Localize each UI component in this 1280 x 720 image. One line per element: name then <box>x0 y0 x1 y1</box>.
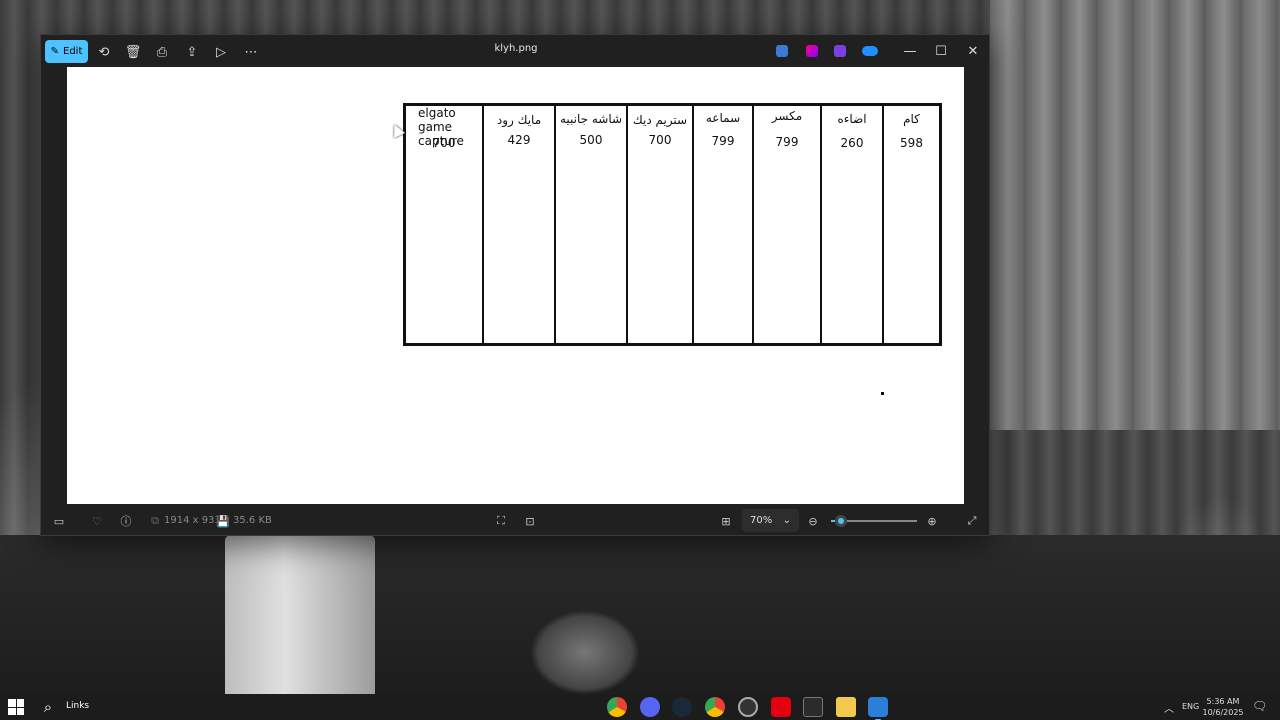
designer-icon[interactable] <box>776 45 788 57</box>
column-value: 598 <box>900 136 923 150</box>
chevron-down-icon: ⌄ <box>782 515 791 526</box>
drawn-table: كام 598 اضاءه 260 مكسر 799 سماعه 799 ستر… <box>403 103 942 346</box>
favorite-icon[interactable]: ♡ <box>89 513 105 529</box>
language-indicator[interactable]: ENG <box>1182 702 1199 711</box>
zoom-fit-icon[interactable]: ⊞ <box>718 513 734 529</box>
photos-app-icon[interactable] <box>868 697 888 720</box>
column-header: سماعه <box>705 111 741 125</box>
copilot-icon[interactable] <box>806 45 818 57</box>
column-header: كام <box>903 112 920 126</box>
wallpaper-figure <box>225 535 375 695</box>
search-icon[interactable]: ⌕ <box>39 698 57 716</box>
chrome-icon[interactable] <box>607 697 627 717</box>
notification-icon[interactable]: 🗨 <box>1252 699 1267 713</box>
minimize-button[interactable]: — <box>896 41 924 61</box>
table-column: اضاءه 260 <box>820 106 882 343</box>
info-icon[interactable]: ⓘ <box>118 513 134 529</box>
file-name: klyh.png <box>494 43 538 54</box>
dimensions-icon: ⧉ <box>151 514 159 527</box>
maximize-button[interactable]: ☐ <box>927 41 955 61</box>
column-value: 260 <box>840 136 864 150</box>
column-header: اضاءه <box>837 112 867 126</box>
table-column: سماعه 799 <box>692 106 752 343</box>
onedrive-icon[interactable] <box>862 46 878 56</box>
file-size-icon: 💾 <box>216 514 230 528</box>
file-explorer-icon[interactable] <box>836 697 856 717</box>
column-value: 700 <box>432 136 456 150</box>
column-value: 799 <box>775 135 799 149</box>
file-size: 35.6 KB <box>233 515 272 526</box>
clock-time: 5:36 AM <box>1206 697 1240 706</box>
zoom-out-icon[interactable]: ⊖ <box>805 513 821 529</box>
column-header: مايك رود <box>496 113 542 127</box>
tray-chevron-icon[interactable]: ︿ <box>1164 700 1174 715</box>
column-value: 799 <box>711 134 735 148</box>
start-button[interactable] <box>8 699 24 715</box>
table-column: كام 598 <box>882 106 939 343</box>
search-label[interactable]: Links <box>66 701 89 711</box>
title-bar: ✎ Edit ⟲ 🗑 ⎙ ⇪ ▷ ⋯ klyh.png — ☐ ✕ <box>41 35 989 68</box>
discord-icon[interactable] <box>640 697 660 717</box>
column-header: مكسر <box>771 109 803 123</box>
epic-games-icon[interactable] <box>803 697 823 717</box>
steam-icon[interactable] <box>672 697 692 717</box>
status-bar: ▭ ♡ ⓘ ⧉ 1914 x 933 💾 35.6 KB ⛶ ⊡ ⊞ 70% ⌄… <box>41 504 989 537</box>
settings-app-icon[interactable] <box>738 697 758 717</box>
close-button[interactable]: ✕ <box>959 41 987 61</box>
zoom-value: 70% <box>750 515 773 526</box>
column-header: ستريم ديك <box>632 113 688 127</box>
table-column: مكسر 799 <box>752 106 820 343</box>
zoom-slider[interactable] <box>831 515 917 527</box>
column-value: 500 <box>579 133 603 147</box>
image-dimensions: 1914 x 933 <box>164 515 221 526</box>
column-value: 700 <box>648 133 672 147</box>
wallpaper-stage-floor <box>0 535 1280 695</box>
fullscreen-icon[interactable]: ⤢ <box>964 513 980 529</box>
table-column: ستريم ديك 700 <box>626 106 692 343</box>
chrome-profile-icon[interactable] <box>705 697 725 717</box>
image-canvas[interactable]: كام 598 اضاءه 260 مكسر 799 سماعه 799 ستر… <box>67 67 964 504</box>
clock-date: 10/6/2025 <box>1202 708 1244 717</box>
actual-size-icon[interactable]: ⛶ <box>493 513 509 529</box>
column-value: 429 <box>507 133 531 147</box>
wallpaper-curtain <box>990 0 1280 430</box>
filmstrip-icon[interactable]: ▭ <box>51 513 67 529</box>
zoom-dropdown[interactable]: 70% ⌄ <box>742 509 799 532</box>
clock[interactable]: 5:36 AM 10/6/2025 <box>1200 696 1246 718</box>
zoom-slider-thumb[interactable] <box>835 515 848 527</box>
video-app-icon[interactable] <box>771 697 791 717</box>
wallpaper-drumset <box>530 610 640 695</box>
stray-dot <box>881 392 884 395</box>
column-header: شاشه جانبيه <box>559 112 623 126</box>
fit-to-window-icon[interactable]: ⊡ <box>522 513 538 529</box>
clipchamp-icon[interactable] <box>834 45 846 57</box>
zoom-in-icon[interactable]: ⊕ <box>924 513 940 529</box>
table-column: مايك رود 429 <box>482 106 554 343</box>
table-column: elgato game capture 700 <box>406 106 482 343</box>
taskbar: ⌕ Links ︿ ENG 5:36 AM 10/6/2025 🗨 <box>0 694 1280 720</box>
table-column: شاشه جانبيه 500 <box>554 106 626 343</box>
photos-window: ✎ Edit ⟲ 🗑 ⎙ ⇪ ▷ ⋯ klyh.png — ☐ ✕ كام 59… <box>40 34 990 536</box>
